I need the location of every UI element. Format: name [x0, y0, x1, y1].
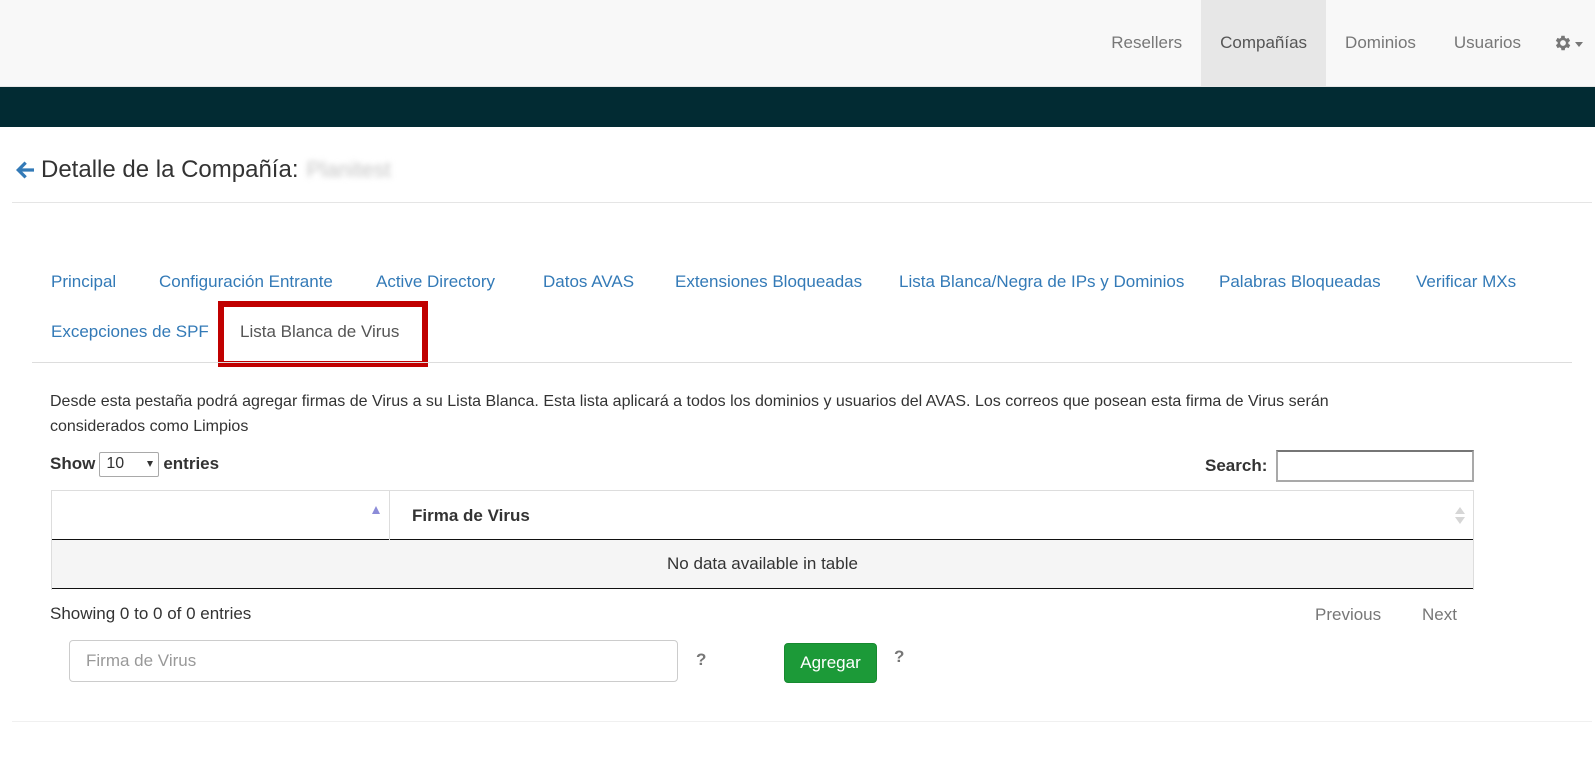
sort-icon — [1455, 507, 1465, 527]
entries-select[interactable]: 10 — [99, 451, 160, 477]
nav-menu: Resellers Compañías Dominios Usuarios — [1092, 0, 1595, 86]
tab-principal[interactable]: Principal — [51, 267, 116, 297]
tab-palabras-bloqueadas[interactable]: Palabras Bloqueadas — [1219, 267, 1381, 297]
active-tab-highlight — [218, 301, 428, 367]
virus-whitelist-table: Firma de Virus No data available in tabl… — [51, 490, 1474, 590]
settings-dropdown[interactable] — [1540, 0, 1595, 86]
nav-item-companias[interactable]: Compañías — [1201, 0, 1327, 86]
empty-message: No data available in table — [667, 554, 858, 573]
nav-item-dominios[interactable]: Dominios — [1326, 0, 1435, 86]
table-info: Showing 0 to 0 of 0 entries — [50, 604, 252, 623]
pagination-next[interactable]: Next — [1422, 605, 1457, 625]
page-title-text: Detalle de la Compañía: — [41, 156, 299, 183]
header-accent-bar — [0, 87, 1595, 127]
search-input[interactable] — [1276, 450, 1475, 482]
nav-item-usuarios[interactable]: Usuarios — [1435, 0, 1540, 86]
gear-icon — [1555, 35, 1571, 51]
column-header-label: Firma de Virus — [412, 505, 530, 525]
column-header-blank[interactable] — [52, 491, 390, 540]
tab-description: Desde esta pestaña podrá agregar firmas … — [50, 389, 1450, 439]
nav-item-resellers[interactable]: Resellers — [1092, 0, 1201, 86]
arrow-left-icon[interactable] — [13, 158, 37, 182]
description-line: considerados como Limpios — [50, 418, 249, 435]
tabs-divider — [32, 362, 1572, 363]
chevron-down-icon — [1575, 42, 1583, 47]
input-help-icon[interactable]: ? — [696, 650, 706, 670]
tab-active-directory[interactable]: Active Directory — [376, 267, 495, 297]
add-button[interactable]: Agregar — [784, 643, 877, 683]
button-help-icon[interactable]: ? — [894, 647, 904, 667]
tab-datos-avas[interactable]: Datos AVAS — [543, 267, 634, 297]
tab-configuracion-entrante[interactable]: Configuración Entrante — [159, 267, 333, 297]
pagination-previous[interactable]: Previous — [1315, 605, 1381, 625]
company-name: Planitest — [306, 157, 391, 182]
length-menu-suffix: entries — [163, 454, 220, 473]
virus-signature-input[interactable] — [69, 640, 678, 682]
tab-extensiones-bloqueadas[interactable]: Extensiones Bloqueadas — [675, 267, 862, 297]
tab-lista-blanca-negra-ips[interactable]: Lista Blanca/Negra de IPs y Dominios — [899, 267, 1184, 297]
search-label: Search: — [1205, 456, 1268, 475]
column-header-firma[interactable]: Firma de Virus — [390, 491, 1473, 540]
table-header: Firma de Virus — [52, 490, 1473, 540]
top-navbar: Resellers Compañías Dominios Usuarios — [0, 0, 1595, 87]
tab-verificar-mxs[interactable]: Verificar MXs — [1416, 267, 1516, 297]
caret-down-icon — [147, 461, 154, 467]
panel-bottom-border — [12, 721, 1592, 722]
tab-excepciones-spf[interactable]: Excepciones de SPF — [51, 317, 209, 347]
divider — [12, 202, 1592, 203]
table-search: Search: — [1205, 450, 1475, 482]
length-menu-prefix: Show — [50, 454, 96, 473]
length-menu: Show 10 entries — [50, 451, 219, 477]
sort-asc-icon — [372, 506, 380, 514]
page-title: Detalle de la Compañía: Planitest — [13, 152, 391, 188]
entries-select-value: 10 — [106, 455, 125, 472]
description-line: Desde esta pestaña podrá agregar firmas … — [50, 393, 1329, 410]
table-empty-row: No data available in table — [52, 540, 1473, 589]
